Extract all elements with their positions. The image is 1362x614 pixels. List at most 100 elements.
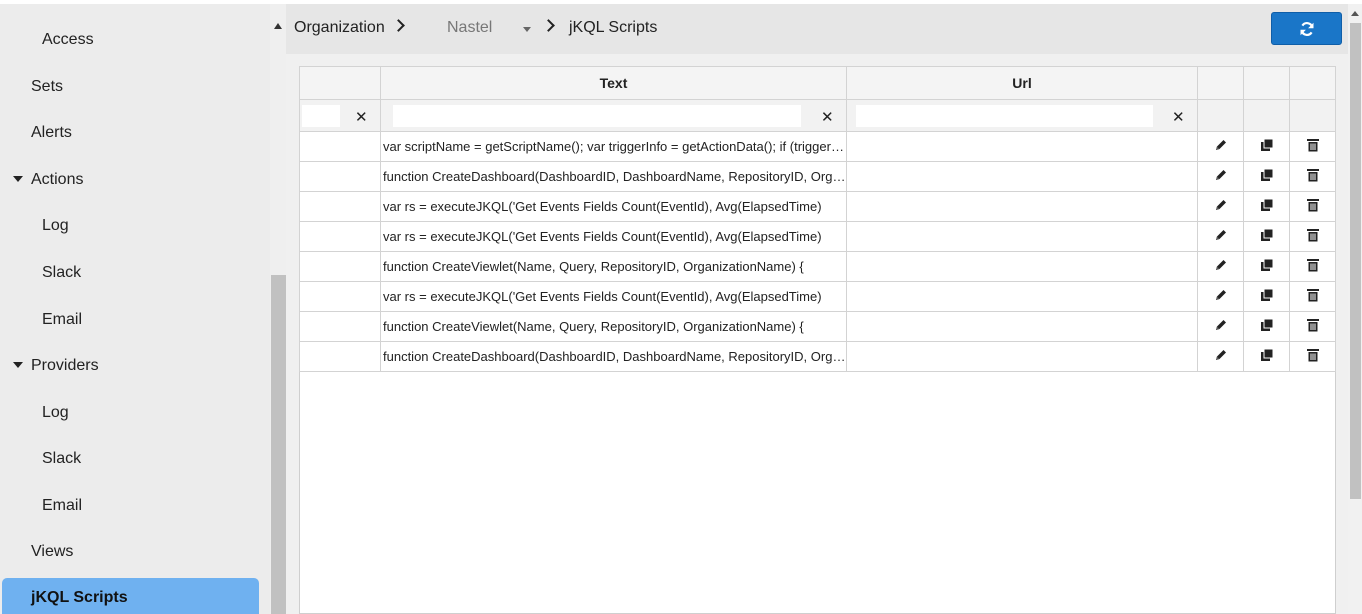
row-text-cell[interactable]: function CreateDashboard(DashboardID, Da… bbox=[380, 341, 847, 372]
sidebar-item-alerts[interactable]: Alerts bbox=[31, 124, 72, 142]
pencil-icon bbox=[1214, 170, 1228, 185]
row-url-cell[interactable] bbox=[846, 131, 1198, 162]
sidebar-item-access[interactable]: Access bbox=[42, 31, 94, 49]
row-select-cell[interactable] bbox=[299, 131, 381, 162]
table-row[interactable]: function CreateDashboard(DashboardID, Da… bbox=[299, 341, 1336, 372]
chevron-down-icon[interactable] bbox=[13, 176, 23, 182]
page-scrollbar-thumb[interactable] bbox=[1350, 23, 1361, 499]
edit-button[interactable] bbox=[1197, 221, 1244, 252]
row-url-cell[interactable] bbox=[846, 311, 1198, 342]
sidebar-item-actions-slack[interactable]: Slack bbox=[42, 264, 81, 282]
edit-button[interactable] bbox=[1197, 191, 1244, 222]
edit-button[interactable] bbox=[1197, 341, 1244, 372]
delete-button[interactable] bbox=[1289, 281, 1336, 312]
row-text-cell[interactable]: var rs = executeJKQL('Get Events Fields … bbox=[380, 191, 847, 222]
sidebar-item-providers-email[interactable]: Email bbox=[42, 497, 82, 515]
breadcrumb-repository[interactable]: Nastel bbox=[447, 19, 492, 37]
copy-button[interactable] bbox=[1243, 221, 1290, 252]
scroll-up-arrow-icon[interactable] bbox=[1351, 11, 1359, 16]
sidebar-item-actions-log[interactable]: Log bbox=[42, 217, 69, 235]
filter-input-select[interactable] bbox=[302, 105, 340, 127]
filter-cell-select: ✕ bbox=[299, 99, 381, 132]
copy-button[interactable] bbox=[1243, 341, 1290, 372]
row-text-cell[interactable]: var rs = executeJKQL('Get Events Fields … bbox=[380, 281, 847, 312]
row-select-cell[interactable] bbox=[299, 191, 381, 222]
close-icon[interactable]: ✕ bbox=[355, 108, 368, 126]
filter-cell-empty bbox=[1243, 99, 1290, 132]
filter-input-url[interactable] bbox=[856, 105, 1153, 127]
filter-row: ✕ ✕ ✕ bbox=[299, 99, 1336, 132]
row-select-cell[interactable] bbox=[299, 161, 381, 192]
copy-button[interactable] bbox=[1243, 161, 1290, 192]
dropdown-caret-icon[interactable] bbox=[523, 27, 531, 32]
sidebar-item-jkql-scripts[interactable]: jKQL Scripts bbox=[2, 578, 259, 614]
row-url-cell[interactable] bbox=[846, 191, 1198, 222]
filter-cell-url: ✕ bbox=[846, 99, 1198, 132]
table-row[interactable]: function CreateViewlet(Name, Query, Repo… bbox=[299, 311, 1336, 342]
row-select-cell[interactable] bbox=[299, 311, 381, 342]
sidebar-item-providers-log[interactable]: Log bbox=[42, 404, 69, 422]
column-header-url[interactable]: Url bbox=[846, 66, 1198, 100]
table-row[interactable]: var rs = executeJKQL('Get Events Fields … bbox=[299, 191, 1336, 222]
sidebar-item-actions-email[interactable]: Email bbox=[42, 311, 82, 329]
copy-button[interactable] bbox=[1243, 311, 1290, 342]
row-url-cell[interactable] bbox=[846, 341, 1198, 372]
sidebar-item-providers[interactable]: Providers bbox=[31, 357, 99, 375]
delete-button[interactable] bbox=[1289, 131, 1336, 162]
edit-button[interactable] bbox=[1197, 131, 1244, 162]
copy-icon bbox=[1260, 228, 1274, 245]
sidebar-scrollbar-thumb[interactable] bbox=[271, 275, 286, 614]
filter-input-text[interactable] bbox=[393, 105, 801, 127]
row-select-cell[interactable] bbox=[299, 341, 381, 372]
row-select-cell[interactable] bbox=[299, 221, 381, 252]
sidebar-item-actions[interactable]: Actions bbox=[31, 171, 83, 189]
row-url-cell[interactable] bbox=[846, 281, 1198, 312]
row-text-cell[interactable]: var scriptName = getScriptName(); var tr… bbox=[380, 131, 847, 162]
sidebar-item-providers-slack[interactable]: Slack bbox=[42, 450, 81, 468]
pencil-icon bbox=[1214, 290, 1228, 305]
row-url-cell[interactable] bbox=[846, 251, 1198, 282]
chevron-right-icon bbox=[542, 19, 555, 32]
row-url-cell[interactable] bbox=[846, 161, 1198, 192]
sidebar-item-views[interactable]: Views bbox=[31, 543, 73, 561]
pencil-icon bbox=[1214, 320, 1228, 335]
delete-button[interactable] bbox=[1289, 341, 1336, 372]
row-select-cell[interactable] bbox=[299, 281, 381, 312]
chevron-down-icon[interactable] bbox=[13, 362, 23, 368]
edit-button[interactable] bbox=[1197, 311, 1244, 342]
edit-button[interactable] bbox=[1197, 251, 1244, 282]
table-row[interactable]: var rs = executeJKQL('Get Events Fields … bbox=[299, 221, 1336, 252]
delete-button[interactable] bbox=[1289, 161, 1336, 192]
delete-button[interactable] bbox=[1289, 191, 1336, 222]
copy-icon bbox=[1260, 288, 1274, 305]
copy-button[interactable] bbox=[1243, 281, 1290, 312]
row-text-cell[interactable]: function CreateViewlet(Name, Query, Repo… bbox=[380, 251, 847, 282]
copy-button[interactable] bbox=[1243, 191, 1290, 222]
refresh-icon bbox=[1300, 22, 1314, 36]
copy-icon bbox=[1260, 348, 1274, 365]
refresh-button[interactable] bbox=[1271, 12, 1342, 45]
table-row[interactable]: function CreateDashboard(DashboardID, Da… bbox=[299, 161, 1336, 192]
delete-button[interactable] bbox=[1289, 221, 1336, 252]
close-icon[interactable]: ✕ bbox=[1172, 108, 1185, 126]
row-text-cell[interactable]: function CreateViewlet(Name, Query, Repo… bbox=[380, 311, 847, 342]
table-row[interactable]: function CreateViewlet(Name, Query, Repo… bbox=[299, 251, 1336, 282]
row-select-cell[interactable] bbox=[299, 251, 381, 282]
copy-button[interactable] bbox=[1243, 251, 1290, 282]
table-row[interactable]: var rs = executeJKQL('Get Events Fields … bbox=[299, 281, 1336, 312]
breadcrumb-organization[interactable]: Organization bbox=[294, 19, 385, 37]
column-header-text[interactable]: Text bbox=[380, 66, 847, 100]
close-icon[interactable]: ✕ bbox=[821, 108, 834, 126]
row-text-cell[interactable]: function CreateDashboard(DashboardID, Da… bbox=[380, 161, 847, 192]
table-row[interactable]: var scriptName = getScriptName(); var tr… bbox=[299, 131, 1336, 162]
scroll-up-arrow-icon[interactable] bbox=[274, 23, 282, 29]
delete-button[interactable] bbox=[1289, 251, 1336, 282]
edit-button[interactable] bbox=[1197, 281, 1244, 312]
delete-button[interactable] bbox=[1289, 311, 1336, 342]
copy-button[interactable] bbox=[1243, 131, 1290, 162]
sidebar-item-sets[interactable]: Sets bbox=[31, 78, 63, 96]
trash-icon bbox=[1306, 169, 1320, 185]
edit-button[interactable] bbox=[1197, 161, 1244, 192]
row-url-cell[interactable] bbox=[846, 221, 1198, 252]
row-text-cell[interactable]: var rs = executeJKQL('Get Events Fields … bbox=[380, 221, 847, 252]
